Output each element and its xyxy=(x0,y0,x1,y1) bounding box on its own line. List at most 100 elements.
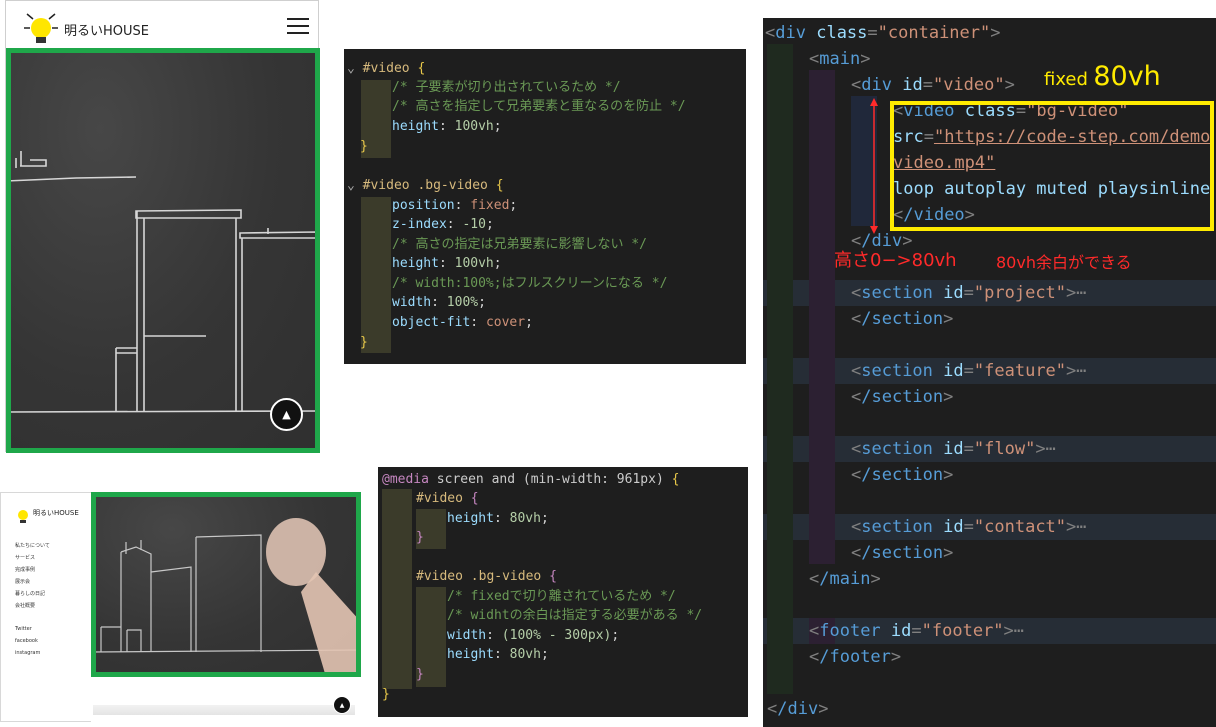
page-bottom-strip xyxy=(93,705,355,715)
css-value: -10 xyxy=(462,217,486,232)
arrow-up-icon: ▲ xyxy=(282,408,291,421)
brace: { xyxy=(549,569,557,584)
css-property: height xyxy=(392,256,439,271)
social-link-instagram[interactable]: instagram xyxy=(15,650,40,656)
fold-chevron-icon[interactable]: ⌄ xyxy=(347,61,355,76)
css-selector: #video .bg-video xyxy=(416,569,542,584)
html-tag: section xyxy=(861,283,933,303)
css-selector: #video xyxy=(416,491,463,506)
css-value: 100vh xyxy=(454,256,494,271)
html-tag: /section xyxy=(861,309,944,329)
css-property: object-fit xyxy=(392,315,471,330)
code-comment: /* 子要素が切り出されているため */ xyxy=(392,80,621,95)
html-attr: class xyxy=(816,23,868,43)
html-attr-value: "video" xyxy=(932,75,1005,95)
html-tag: /section xyxy=(861,465,944,485)
social-link-twitter[interactable]: Twitter xyxy=(15,626,32,632)
brace: } xyxy=(416,530,424,545)
css-property: width xyxy=(392,295,432,310)
code-comment: /* 高さを指定して兄弟要素と重なるのを防止 */ xyxy=(392,99,686,114)
lightbulb-logo-icon xyxy=(24,13,58,43)
html-attr-value: "footer" xyxy=(921,621,1004,641)
section-id: contact xyxy=(984,517,1056,537)
css-value: fixed xyxy=(470,198,510,213)
height-arrow-icon xyxy=(870,98,878,234)
html-tag: section xyxy=(861,361,933,381)
css-property: height xyxy=(447,511,494,526)
fixed-label: fixed xyxy=(1044,69,1088,90)
html-attr: id xyxy=(890,621,912,641)
html-attr-value: "container" xyxy=(877,23,991,43)
html-tag: footer xyxy=(819,621,881,641)
html-tag: /section xyxy=(861,543,944,563)
html-tag: /main xyxy=(819,569,871,589)
fold-chevron-icon[interactable]: ⌄ xyxy=(347,178,355,193)
desktop-sidebar: 明るいHOUSE 私たちについて サービス 完成事例 展示会 暮らしの日記 会社… xyxy=(0,492,91,722)
html-attr: id xyxy=(902,75,923,95)
css-selector: #video .bg-video xyxy=(362,178,488,193)
html-code-panel: <div class="container"> <main> <div id="… xyxy=(763,18,1216,727)
section-id: flow xyxy=(984,439,1026,459)
code-comment: /* 高さの指定は兄弟要素に影響しない */ xyxy=(392,237,647,252)
video-element-highlight-box xyxy=(890,101,1214,231)
gap-note: 80vh余白ができる xyxy=(996,253,1132,272)
brace: { xyxy=(671,472,680,487)
brace: } xyxy=(382,687,390,702)
mobile-site-preview: 明るいHOUSE ▲ xyxy=(5,0,320,453)
back-to-top-button[interactable]: ▲ xyxy=(270,398,303,431)
html-tag: div xyxy=(861,75,892,95)
html-tag: /section xyxy=(861,387,944,407)
code-comment: /* width:100%;はフルスクリーンになる */ xyxy=(392,276,668,291)
video-highlight-frame xyxy=(91,492,361,677)
css-code-panel-mobile: ⌄ #video { /* 子要素が切り出されているため */ /* 高さを指定… xyxy=(344,49,746,364)
media-query: screen and (min-width: 961px) xyxy=(436,472,664,487)
collapsed-ellipsis-icon[interactable]: ⋯ xyxy=(1046,439,1056,459)
fixed-value: 80vh xyxy=(1093,61,1161,92)
nav-item[interactable]: 私たちについて xyxy=(15,543,50,549)
css-value: 100vh xyxy=(454,119,494,134)
site-brand[interactable]: 明るいHOUSE xyxy=(33,508,79,518)
collapsed-ellipsis-icon[interactable]: ⋯ xyxy=(1076,517,1086,537)
css-value: 80vh xyxy=(509,511,541,526)
arrow-up-icon: ▲ xyxy=(339,701,345,709)
nav-item[interactable]: サービス xyxy=(15,555,35,561)
mobile-header: 明るいHOUSE xyxy=(6,1,318,47)
nav-item[interactable]: 展示会 xyxy=(15,579,30,585)
fixed-annotation: fixed 80vh xyxy=(1044,61,1161,93)
brace: } xyxy=(416,667,424,682)
html-tag: div xyxy=(775,23,806,43)
nav-item[interactable]: 会社概要 xyxy=(15,603,35,609)
back-to-top-button[interactable]: ▲ xyxy=(333,696,351,714)
collapsed-ellipsis-icon[interactable]: ⋯ xyxy=(1014,621,1024,641)
code-comment: /* widhtの余白は指定する必要がある */ xyxy=(447,608,703,623)
section-id: project xyxy=(984,283,1056,303)
brace: { xyxy=(470,491,479,506)
collapsed-ellipsis-icon[interactable]: ⋯ xyxy=(1076,361,1086,381)
css-value: 80vh xyxy=(509,647,541,662)
brace: { xyxy=(417,61,426,76)
brace: } xyxy=(360,139,368,154)
desktop-site-preview: 明るいHOUSE 私たちについて サービス 完成事例 展示会 暮らしの日記 会社… xyxy=(0,492,361,722)
lightbulb-logo-icon xyxy=(18,510,28,523)
css-property: height xyxy=(447,647,494,662)
code-comment: /* fixedで切り離されているため */ xyxy=(447,589,676,604)
css-property: height xyxy=(392,119,439,134)
nav-item[interactable]: 暮らしの日記 xyxy=(15,591,45,597)
nav-item[interactable]: 完成事例 xyxy=(15,567,35,573)
css-value: cover xyxy=(485,315,526,330)
css-value: 100% xyxy=(446,295,479,310)
hamburger-menu-icon[interactable] xyxy=(287,18,309,34)
collapsed-ellipsis-icon[interactable]: ⋯ xyxy=(1076,283,1086,303)
media-keyword: @media xyxy=(382,472,429,487)
html-tag: main xyxy=(819,49,861,69)
css-code-panel-desktop: @media screen and (min-width: 961px) { #… xyxy=(378,467,748,717)
css-value: (100% - 300px) xyxy=(501,628,612,643)
social-link-facebook[interactable]: facebook xyxy=(15,638,38,644)
css-property: width xyxy=(447,628,487,643)
html-tag: section xyxy=(861,517,933,537)
section-id: feature xyxy=(984,361,1056,381)
brace: { xyxy=(495,178,504,193)
site-brand[interactable]: 明るいHOUSE xyxy=(64,20,149,39)
html-tag: section xyxy=(861,439,933,459)
css-selector: #video xyxy=(362,61,410,76)
